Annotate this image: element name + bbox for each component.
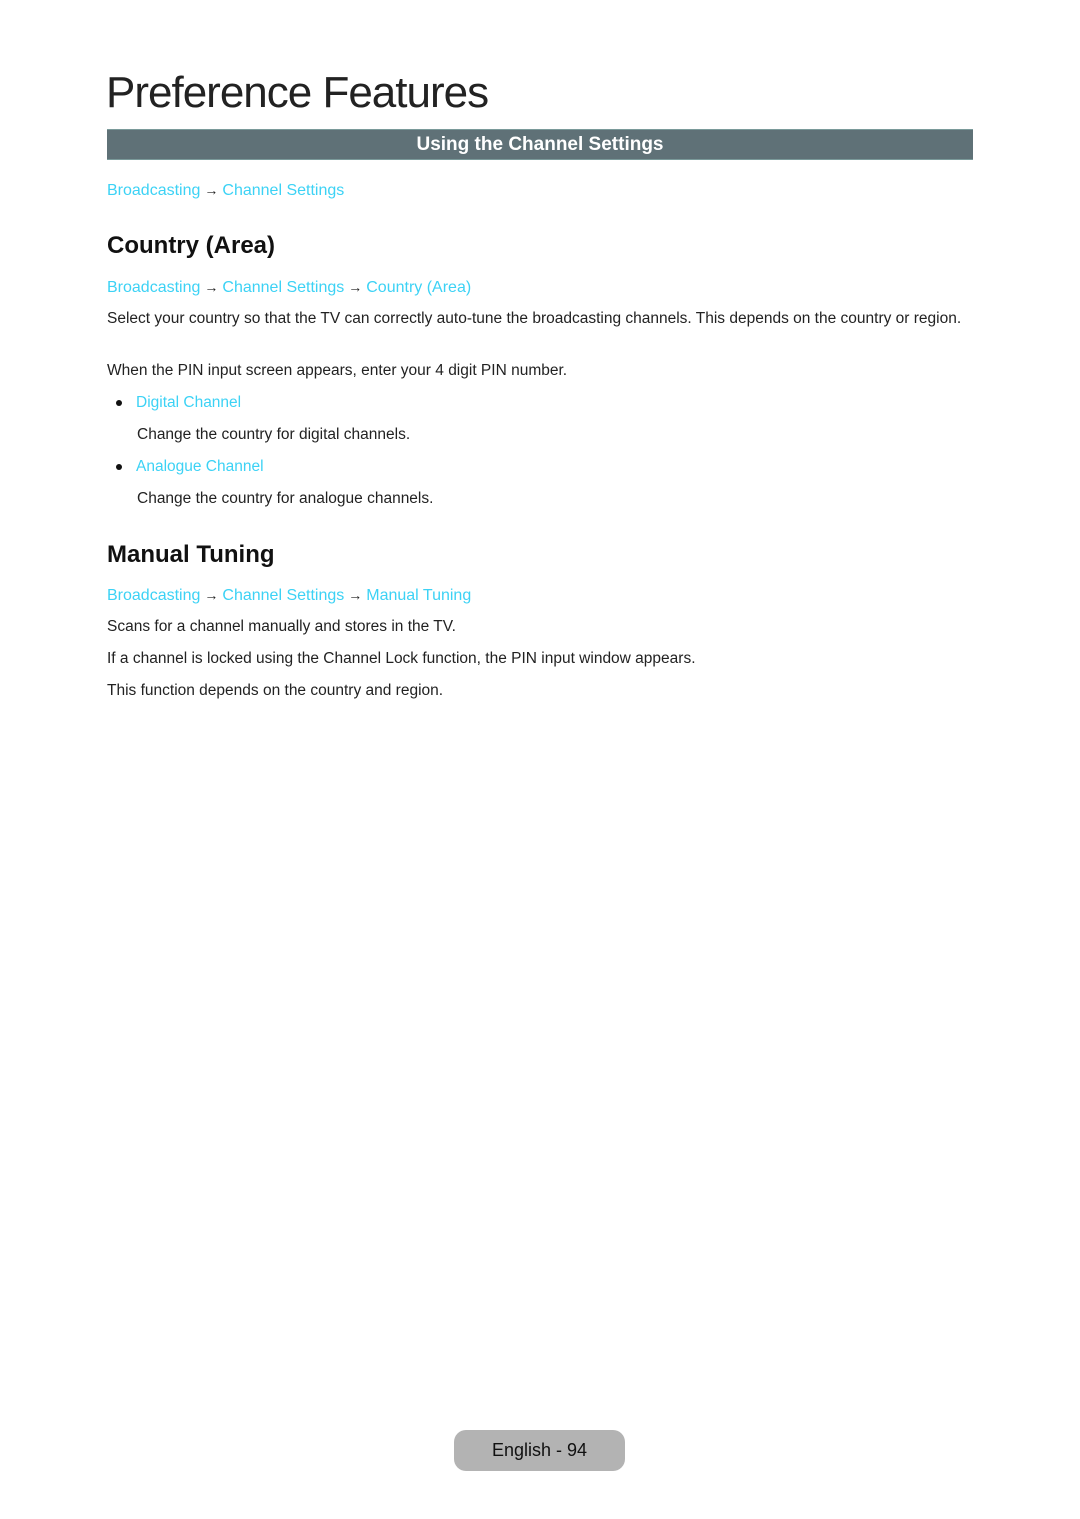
page-title: Preference Features: [106, 68, 489, 117]
breadcrumb-link-broadcasting[interactable]: Broadcasting: [107, 587, 200, 604]
analogue-channel-description: Change the country for analogue channels…: [137, 490, 434, 507]
breadcrumb-link-manual-tuning[interactable]: Manual Tuning: [366, 587, 471, 604]
breadcrumb-link-channel-settings[interactable]: Channel Settings: [222, 279, 344, 296]
heading-country-area: Country (Area): [107, 232, 276, 259]
breadcrumb-manual-tuning: Broadcasting → Channel Settings → Manual Tun…: [107, 585, 471, 606]
breadcrumb-link-country-area[interactable]: Country (Area): [366, 279, 471, 296]
heading-manual-tuning: Manual Tuning: [107, 541, 275, 568]
arrow-right-icon: →: [204, 182, 219, 198]
bullet-icon: [116, 464, 122, 470]
breadcrumb-channel-settings: Broadcasting → Channel Settings: [107, 180, 344, 201]
manual-tuning-pin-note: If a channel is locked using the Channel…: [107, 650, 696, 667]
digital-channel-link[interactable]: Digital Channel: [136, 393, 241, 413]
breadcrumb-link-broadcasting[interactable]: Broadcasting: [107, 279, 200, 296]
country-area-description: Select your country so that the TV can c…: [107, 310, 962, 327]
manual-tuning-region-note: This function depends on the country and…: [107, 682, 444, 699]
bullet-icon: [116, 400, 122, 406]
breadcrumb-link-broadcasting[interactable]: Broadcasting: [107, 182, 200, 199]
page-number-badge: English - 94: [454, 1430, 625, 1471]
breadcrumb-link-channel-settings[interactable]: Channel Settings: [222, 182, 344, 199]
section-header-bar: Using the Channel Settings: [107, 129, 973, 160]
digital-channel-description: Change the country for digital channels.: [137, 426, 411, 443]
manual-tuning-description: Scans for a channel manually and stores …: [107, 618, 456, 635]
arrow-right-icon: →: [204, 587, 219, 603]
breadcrumb-link-channel-settings[interactable]: Channel Settings: [222, 587, 344, 604]
country-area-pin-note: When the PIN input screen appears, enter…: [107, 362, 568, 379]
arrow-right-icon: →: [348, 279, 363, 295]
arrow-right-icon: →: [348, 587, 363, 603]
breadcrumb-country-area: Broadcasting → Channel Settings → Country (A…: [107, 277, 471, 298]
analogue-channel-link[interactable]: Analogue Channel: [136, 457, 264, 477]
arrow-right-icon: →: [204, 279, 219, 295]
